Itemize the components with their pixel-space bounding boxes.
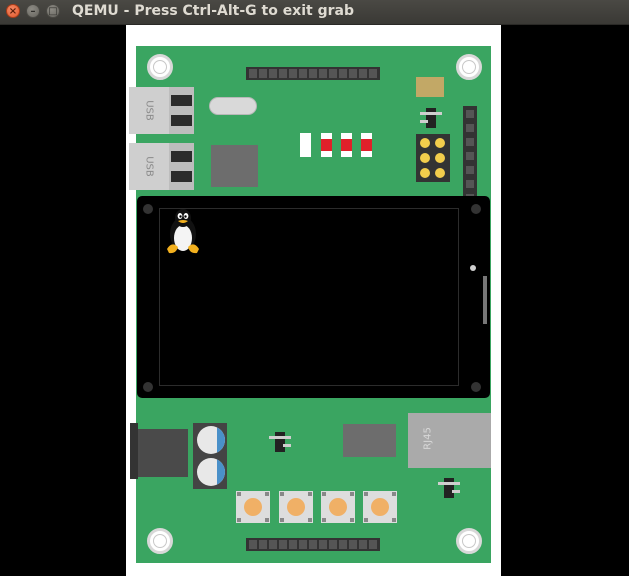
capacitor	[197, 458, 225, 486]
screen-area	[159, 208, 459, 386]
transistor-leg	[420, 112, 442, 115]
processor-chip	[211, 145, 258, 187]
capacitor	[197, 426, 225, 454]
mounting-hole-top-left	[147, 54, 173, 80]
tux-penguin-icon	[167, 209, 199, 254]
emulator-display[interactable]: USB USB RJ45	[0, 25, 629, 576]
usb-port-2: USB	[129, 143, 194, 190]
led-3	[341, 133, 352, 157]
bottom-pin-header	[246, 538, 380, 551]
maximize-button[interactable]: □	[46, 4, 60, 18]
button-knob	[329, 498, 347, 516]
top-pin-header	[246, 67, 380, 80]
minimize-button[interactable]: –	[26, 4, 40, 18]
transistor-middle	[275, 432, 285, 452]
screw	[471, 382, 481, 392]
transistor-leg	[452, 490, 460, 493]
transistor-top	[426, 108, 436, 128]
transistor-leg	[420, 120, 428, 123]
button-knob	[371, 498, 389, 516]
screw	[143, 204, 153, 214]
close-button[interactable]: ×	[6, 4, 20, 18]
push-button-1[interactable]	[236, 491, 270, 523]
regulator-chip	[343, 424, 396, 457]
push-button-4[interactable]	[363, 491, 397, 523]
transistor-leg	[438, 482, 460, 485]
power-jack	[130, 423, 188, 479]
mounting-hole-bottom-right	[456, 528, 482, 554]
lcd-screen[interactable]	[137, 196, 490, 398]
push-button-3[interactable]	[321, 491, 355, 523]
transistor-leg	[269, 436, 291, 439]
gold-pin-block	[416, 134, 450, 182]
crystal-oscillator	[209, 97, 257, 115]
ethernet-label: RJ45	[422, 427, 434, 450]
transistor-leg	[283, 444, 291, 447]
usb-port-1: USB	[129, 87, 194, 134]
led-1	[300, 133, 311, 157]
mounting-hole-top-right	[456, 54, 482, 80]
button-knob	[244, 498, 262, 516]
led-4	[361, 133, 372, 157]
capacitor-pair	[193, 423, 227, 489]
led-2	[321, 133, 332, 157]
ethernet-port: RJ45	[408, 413, 491, 468]
title-bar[interactable]: × – □ QEMU - Press Ctrl-Alt-G to exit gr…	[0, 0, 629, 25]
screw	[143, 382, 153, 392]
push-button-2[interactable]	[279, 491, 313, 523]
lcd-connector	[483, 276, 487, 324]
side-pin-header	[463, 106, 477, 206]
usb-label: USB	[143, 156, 155, 177]
usb-label: USB	[143, 100, 155, 121]
mounting-hole-bottom-left	[147, 528, 173, 554]
screw	[471, 204, 481, 214]
circuit-board: USB USB RJ45	[129, 46, 491, 563]
transistor-bottom	[444, 478, 454, 498]
button-knob	[287, 498, 305, 516]
window-title: QEMU - Press Ctrl-Alt-G to exit grab	[72, 3, 354, 19]
lcd-indicator	[470, 265, 476, 271]
board-background: USB USB RJ45	[126, 25, 501, 576]
gold-pad	[416, 77, 444, 97]
